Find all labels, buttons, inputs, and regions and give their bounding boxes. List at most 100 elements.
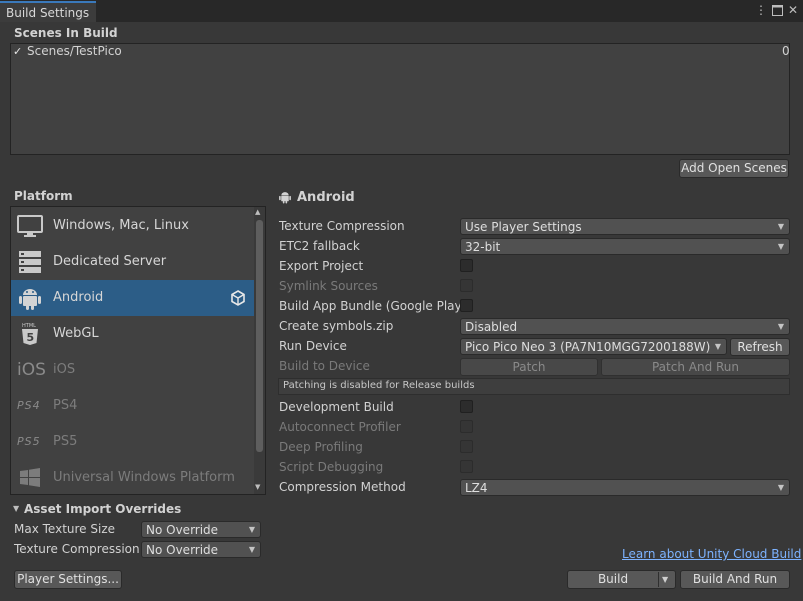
- platform-item-ios[interactable]: iOS iOS: [11, 352, 254, 388]
- add-open-scenes-button[interactable]: Add Open Scenes: [679, 159, 789, 178]
- compression-method-label: Compression Method: [279, 480, 406, 494]
- platform-item-windows-mac-linux[interactable]: Windows, Mac, Linux: [11, 208, 254, 244]
- more-options-icon[interactable]: ⋮: [754, 2, 768, 18]
- refresh-button[interactable]: Refresh: [730, 338, 790, 356]
- html5-icon: HTML 5: [17, 321, 43, 347]
- platform-item-uwp[interactable]: Universal Windows Platform: [11, 460, 254, 494]
- svg-text:5: 5: [27, 331, 35, 344]
- create-symbols-dropdown[interactable]: Disabled ▼: [460, 318, 790, 335]
- scene-row[interactable]: ✓ Scenes/TestPico 0: [12, 44, 790, 60]
- windows-icon: [17, 465, 43, 491]
- platform-label: PS4: [53, 398, 78, 413]
- unity-logo-icon: [230, 290, 246, 306]
- platform-list: Windows, Mac, Linux Dedicated Server And…: [10, 206, 266, 495]
- server-icon: [17, 249, 43, 275]
- platform-title: Platform: [14, 189, 73, 203]
- build-app-bundle-label: Build App Bundle (Google Play): [279, 299, 467, 313]
- chevron-down-icon: ▼: [777, 222, 784, 231]
- patch-button[interactable]: Patch: [460, 358, 598, 376]
- platform-label: Universal Windows Platform: [53, 470, 235, 485]
- build-to-device-label: Build to Device: [279, 359, 370, 373]
- svg-text:HTML: HTML: [22, 323, 36, 329]
- android-icon: [17, 285, 43, 311]
- scroll-down-icon[interactable]: ▼: [255, 483, 260, 491]
- scene-index: 0: [782, 44, 790, 58]
- texture-compression-value: Use Player Settings: [465, 220, 582, 234]
- patch-and-run-button[interactable]: Patch And Run: [601, 358, 790, 376]
- asset-import-overrides-title[interactable]: Asset Import Overrides: [24, 502, 181, 516]
- chevron-down-icon: ▼: [777, 483, 784, 492]
- chevron-down-icon[interactable]: ▼: [662, 571, 668, 588]
- max-texture-size-label: Max Texture Size: [14, 522, 115, 536]
- chevron-down-icon: ▼: [777, 242, 784, 251]
- ps4-icon: PS4: [17, 399, 41, 412]
- chevron-down-icon: ▼: [777, 322, 784, 331]
- player-settings-button[interactable]: Player Settings...: [14, 570, 122, 589]
- build-and-run-button[interactable]: Build And Run: [680, 570, 790, 589]
- export-project-label: Export Project: [279, 259, 364, 273]
- development-build-checkbox[interactable]: [460, 400, 473, 413]
- etc2-fallback-label: ETC2 fallback: [279, 239, 360, 253]
- platform-item-dedicated-server[interactable]: Dedicated Server: [11, 244, 254, 280]
- export-project-checkbox[interactable]: [460, 259, 473, 272]
- monitor-icon: [17, 213, 43, 239]
- platform-item-ps4[interactable]: PS4 PS4: [11, 388, 254, 424]
- autoconnect-profiler-checkbox[interactable]: [460, 420, 473, 433]
- scenes-in-build-title: Scenes In Build: [14, 26, 118, 40]
- symlink-sources-label: Symlink Sources: [279, 279, 378, 293]
- platform-label: WebGL: [53, 326, 99, 341]
- max-texture-size-value: No Override: [146, 523, 219, 537]
- build-button-divider: [658, 572, 659, 587]
- script-debugging-label: Script Debugging: [279, 460, 384, 474]
- symlink-sources-checkbox[interactable]: [460, 279, 473, 292]
- scene-name: Scenes/TestPico: [27, 44, 122, 58]
- platform-label: Windows, Mac, Linux: [53, 218, 189, 233]
- deep-profiling-label: Deep Profiling: [279, 440, 363, 454]
- tab-bar: [0, 0, 803, 22]
- maximize-icon[interactable]: [770, 2, 784, 18]
- patching-info-box: Patching is disabled for Release builds: [278, 378, 790, 395]
- android-header-icon: [278, 190, 292, 204]
- etc2-fallback-dropdown[interactable]: 32-bit ▼: [460, 238, 790, 255]
- override-texture-compression-label: Texture Compression: [14, 542, 140, 556]
- deep-profiling-checkbox[interactable]: [460, 440, 473, 453]
- cloud-build-link[interactable]: Learn about Unity Cloud Build: [622, 547, 801, 561]
- close-icon[interactable]: ✕: [786, 2, 800, 18]
- development-build-label: Development Build: [279, 400, 394, 414]
- platform-label: PS5: [53, 434, 78, 449]
- create-symbols-value: Disabled: [465, 320, 518, 334]
- run-device-dropdown[interactable]: Pico Pico Neo 3 (PA7N10MGG7200188W) ▼: [460, 338, 727, 355]
- platform-item-android[interactable]: Android: [11, 280, 254, 316]
- override-texture-compression-dropdown[interactable]: No Override ▼: [141, 541, 261, 558]
- compression-method-dropdown[interactable]: LZ4 ▼: [460, 479, 790, 496]
- ps5-icon: PS5: [17, 435, 41, 448]
- platform-label: Android: [53, 290, 104, 305]
- override-texture-compression-value: No Override: [146, 543, 219, 557]
- platform-item-webgl[interactable]: HTML 5 WebGL: [11, 316, 254, 352]
- platform-item-ps5[interactable]: PS5 PS5: [11, 424, 254, 460]
- platform-label: iOS: [53, 362, 76, 377]
- scene-check-icon[interactable]: ✓: [13, 45, 25, 58]
- texture-compression-label: Texture Compression: [279, 219, 405, 233]
- chevron-down-icon: ▼: [714, 342, 721, 351]
- create-symbols-label: Create symbols.zip: [279, 319, 394, 333]
- run-device-value: Pico Pico Neo 3 (PA7N10MGG7200188W): [465, 340, 711, 354]
- build-button-label: Build: [597, 572, 629, 586]
- compression-method-value: LZ4: [465, 481, 488, 495]
- texture-compression-dropdown[interactable]: Use Player Settings ▼: [460, 218, 790, 235]
- chevron-down-icon: ▼: [248, 545, 255, 554]
- foldout-arrow-icon[interactable]: ▼: [13, 504, 19, 513]
- build-button[interactable]: Build ▼: [567, 570, 676, 589]
- ios-icon: iOS: [17, 360, 46, 380]
- scroll-up-icon[interactable]: ▲: [255, 208, 260, 216]
- run-device-label: Run Device: [279, 339, 347, 353]
- build-app-bundle-checkbox[interactable]: [460, 299, 473, 312]
- etc2-fallback-value: 32-bit: [465, 240, 501, 254]
- tab-build-settings[interactable]: Build Settings: [0, 1, 96, 22]
- max-texture-size-dropdown[interactable]: No Override ▼: [141, 521, 261, 538]
- autoconnect-profiler-label: Autoconnect Profiler: [279, 420, 401, 434]
- android-settings-title: Android: [297, 190, 355, 205]
- platform-scrollbar-thumb[interactable]: [256, 220, 263, 452]
- platform-label: Dedicated Server: [53, 254, 167, 269]
- script-debugging-checkbox[interactable]: [460, 460, 473, 473]
